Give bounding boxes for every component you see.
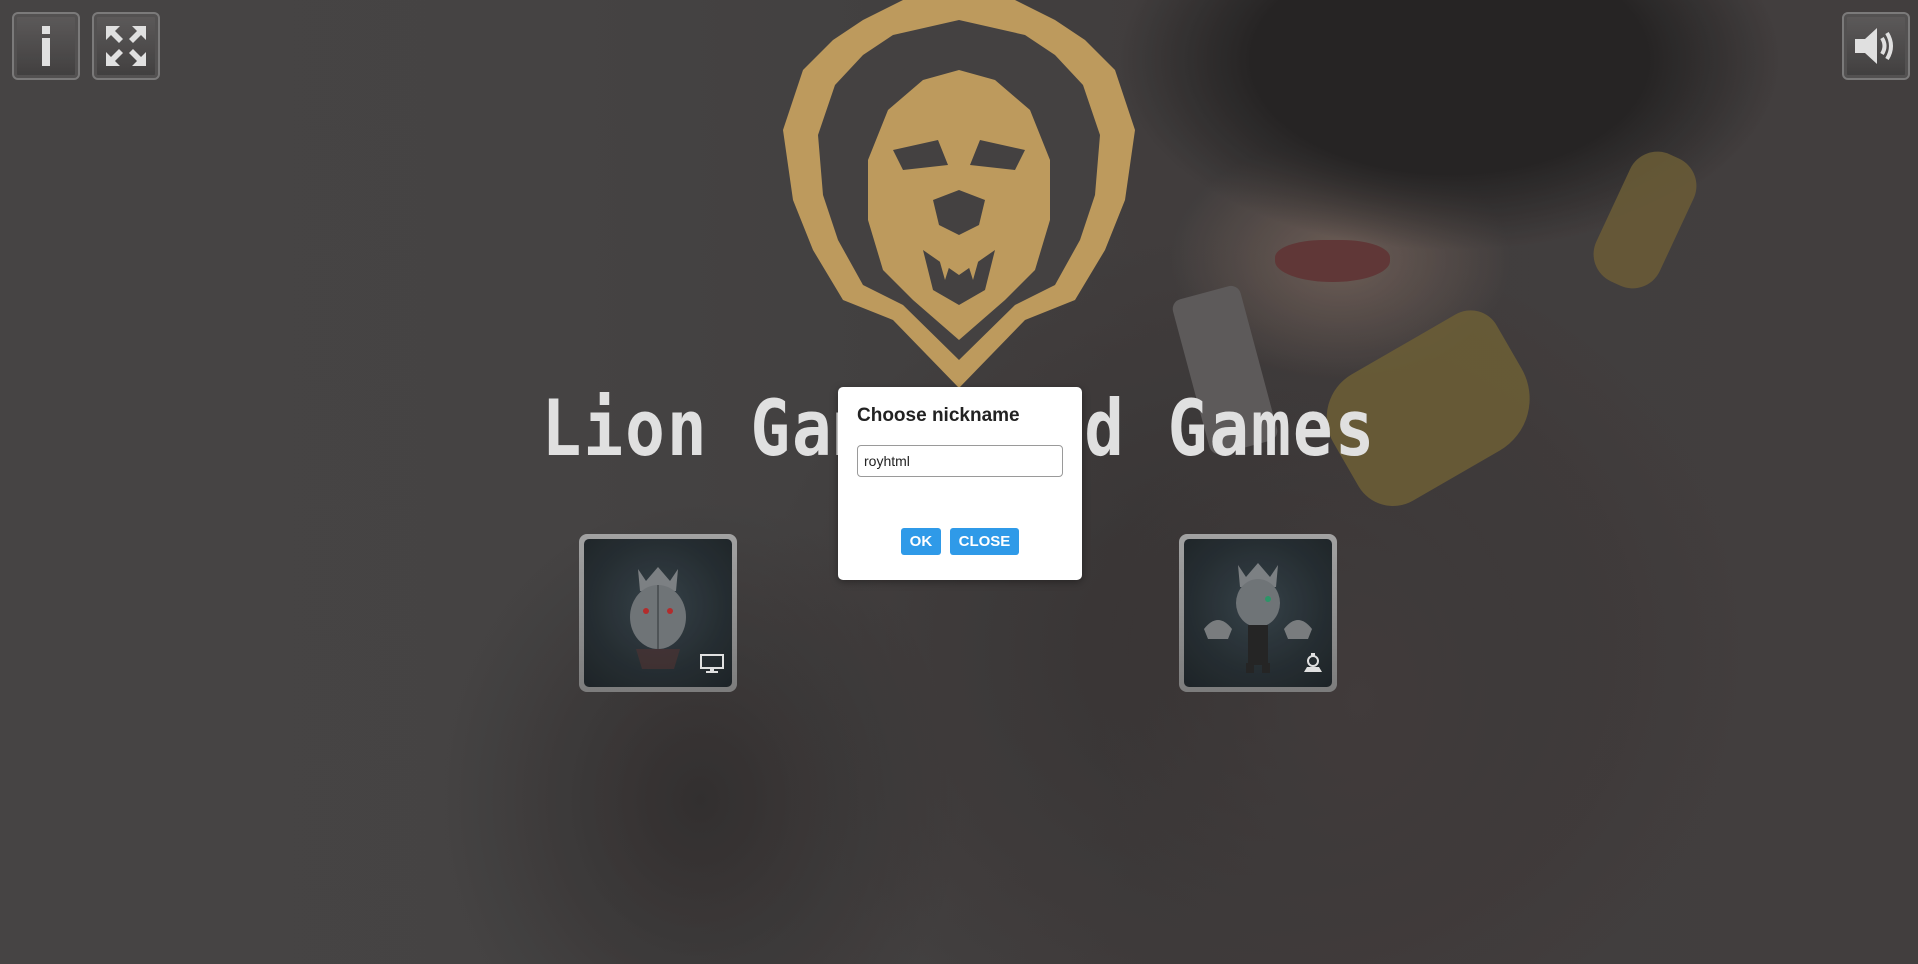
nickname-input[interactable] xyxy=(857,445,1063,477)
dialog-actions: OK CLOSE xyxy=(838,528,1082,555)
ok-button[interactable]: OK xyxy=(900,528,942,555)
close-button[interactable]: CLOSE xyxy=(949,528,1020,555)
dialog-title: Choose nickname xyxy=(857,405,1020,426)
nickname-dialog: Choose nickname OK CLOSE xyxy=(838,387,1082,580)
